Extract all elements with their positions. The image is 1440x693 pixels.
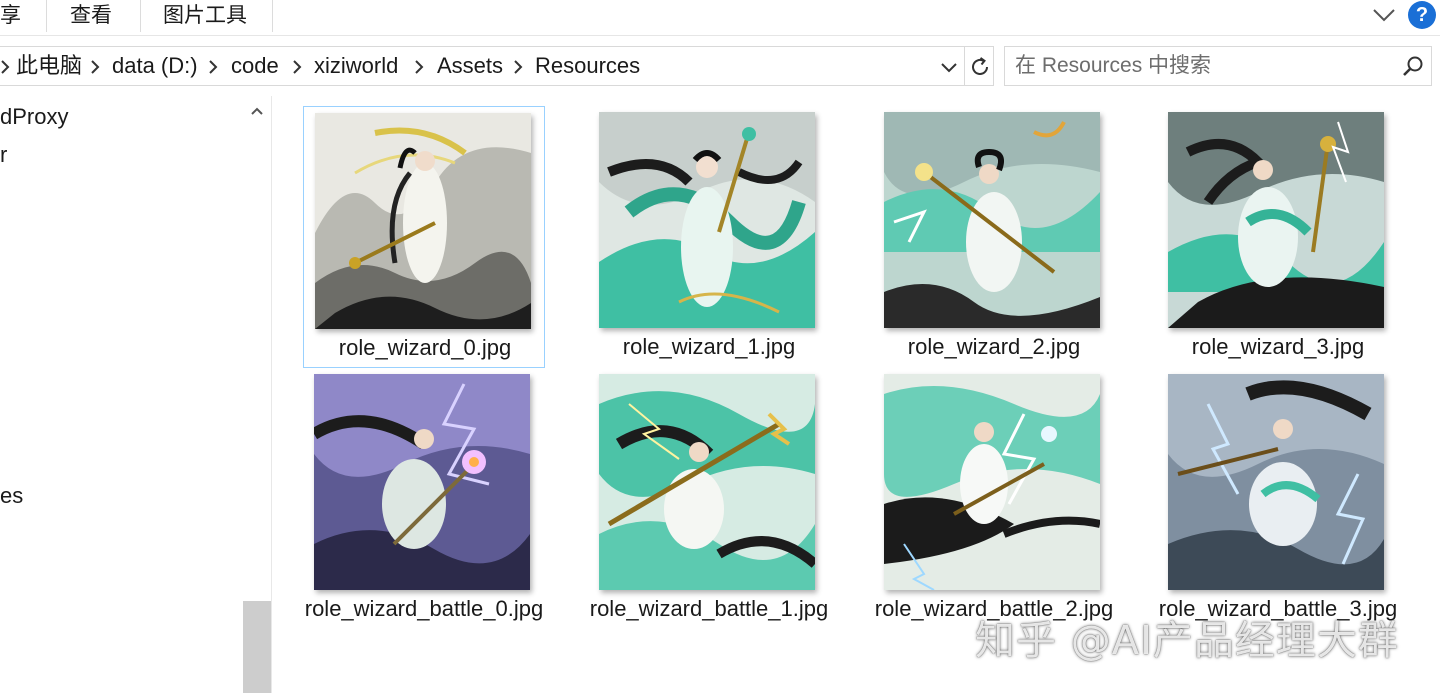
nav-scrollbar[interactable]: [242, 96, 272, 693]
chevron-down-icon[interactable]: [938, 56, 960, 78]
image-thumbnail: [599, 374, 815, 590]
nav-item-truncated[interactable]: r: [0, 142, 7, 168]
ribbon-bar: 享 查看 图片工具 ?: [0, 0, 1440, 36]
nav-item-proxy[interactable]: dProxy: [0, 104, 68, 130]
file-name-label[interactable]: role_wizard_battle_1.jpg: [588, 596, 830, 622]
breadcrumb-drive[interactable]: data (D:): [112, 47, 198, 85]
address-bar[interactable]: 此电脑 data (D:) code xiziworld Assets Reso…: [0, 46, 994, 86]
file-name-label[interactable]: role_wizard_0.jpg: [304, 335, 546, 361]
image-thumbnail: [314, 374, 530, 590]
search-input[interactable]: [1015, 47, 1385, 85]
scroll-thumb[interactable]: [243, 601, 271, 693]
image-thumbnail: [884, 112, 1100, 328]
navigation-pane[interactable]: dProxy r es: [0, 96, 242, 693]
file-name-label[interactable]: role_wizard_battle_0.jpg: [303, 596, 545, 622]
chevron-right-icon[interactable]: [292, 60, 302, 74]
search-box[interactable]: [1004, 46, 1432, 86]
chevron-right-icon[interactable]: [0, 60, 10, 74]
search-icon[interactable]: [1401, 55, 1425, 79]
file-name-label[interactable]: role_wizard_1.jpg: [588, 334, 830, 360]
image-thumbnail: [884, 374, 1100, 590]
refresh-icon[interactable]: [968, 55, 992, 79]
image-thumbnail: [599, 112, 815, 328]
breadcrumb-resources[interactable]: Resources: [535, 47, 640, 85]
tab-view[interactable]: 查看: [70, 0, 112, 30]
file-item[interactable]: role_wizard_battle_3.jpg: [1157, 368, 1399, 630]
chevron-right-icon[interactable]: [513, 60, 523, 74]
ribbon-divider: [46, 0, 47, 32]
breadcrumb-assets[interactable]: Assets: [437, 47, 503, 85]
scroll-up-icon[interactable]: [250, 106, 264, 116]
image-thumbnail: [315, 113, 531, 329]
breadcrumb-code[interactable]: code: [231, 47, 279, 85]
address-divider: [964, 47, 965, 85]
tab-share[interactable]: 享: [0, 0, 21, 30]
file-item[interactable]: role_wizard_1.jpg: [588, 106, 830, 368]
help-icon[interactable]: ?: [1408, 1, 1436, 29]
address-row: 此电脑 data (D:) code xiziworld Assets Reso…: [0, 36, 1440, 96]
watermark: 知乎 @AI产品经理大群: [975, 618, 1399, 664]
ribbon-divider: [140, 0, 141, 32]
chevron-right-icon[interactable]: [414, 60, 424, 74]
nav-item-truncated[interactable]: es: [0, 483, 23, 509]
file-item[interactable]: role_wizard_3.jpg: [1157, 106, 1399, 368]
file-item[interactable]: role_wizard_battle_0.jpg: [303, 368, 545, 630]
file-item[interactable]: role_wizard_0.jpg: [303, 106, 545, 368]
file-item[interactable]: role_wizard_battle_2.jpg: [873, 368, 1115, 630]
breadcrumb-this-pc[interactable]: 此电脑: [16, 47, 82, 85]
image-thumbnail: [1168, 112, 1384, 328]
chevron-right-icon[interactable]: [208, 60, 218, 74]
chevron-down-icon[interactable]: [1370, 2, 1398, 28]
image-thumbnail: [1168, 374, 1384, 590]
chevron-right-icon[interactable]: [90, 60, 100, 74]
breadcrumb-xiziworld[interactable]: xiziworld: [314, 47, 398, 85]
file-name-label[interactable]: role_wizard_2.jpg: [873, 334, 1115, 360]
file-list[interactable]: role_wizard_0.jpg role_wizard_1.jpg role…: [273, 96, 1440, 693]
file-item[interactable]: role_wizard_2.jpg: [873, 106, 1115, 368]
ribbon-divider: [272, 0, 273, 32]
tab-picture-tools[interactable]: 图片工具: [163, 0, 247, 30]
file-name-label[interactable]: role_wizard_3.jpg: [1157, 334, 1399, 360]
file-item[interactable]: role_wizard_battle_1.jpg: [588, 368, 830, 630]
